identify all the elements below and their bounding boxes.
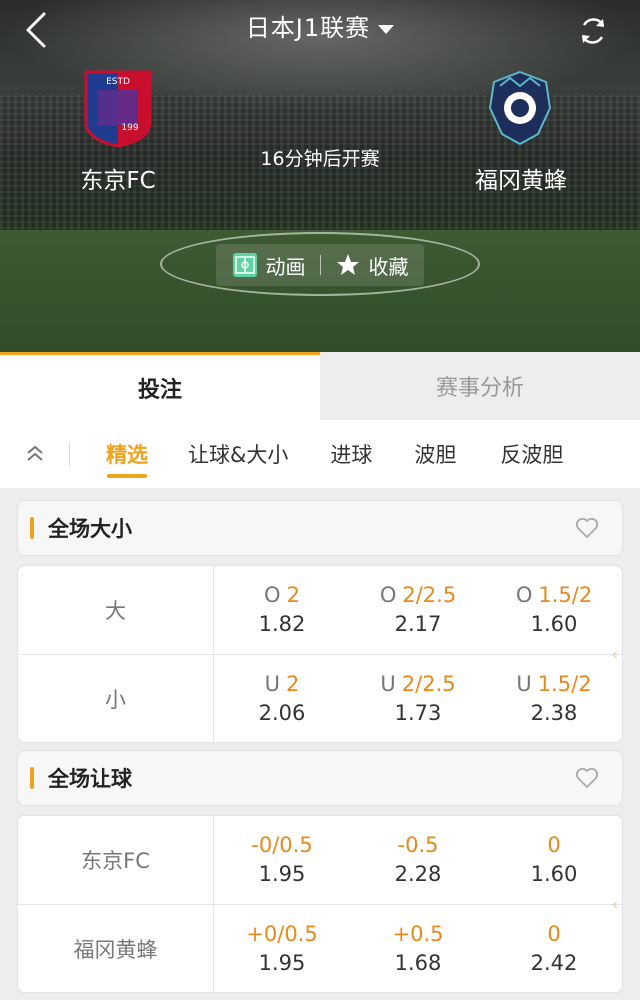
home-team-logo: ESTD 199: [84, 70, 152, 148]
tab-anti-correct-score[interactable]: 反波胆: [500, 420, 563, 488]
odd-cell[interactable]: U 1.5/2 2.38: [486, 655, 622, 742]
section-title: 全场让球: [48, 767, 132, 791]
caret-down-icon: [378, 24, 395, 34]
active-tab-indicator: [107, 474, 147, 478]
heart-icon[interactable]: [574, 765, 600, 791]
odd-line: -0.5: [397, 833, 439, 857]
odd-cell[interactable]: -0/0.5 1.95: [214, 816, 350, 904]
odd-cell[interactable]: U2 2.06: [214, 655, 350, 742]
favorite-button[interactable]: 收藏: [335, 251, 409, 280]
tab-betting[interactable]: 投注: [0, 352, 320, 420]
match-header: 日本J1联赛 ESTD 199 东京FC 福冈黄蜂 16分钟后开赛 动画 收藏: [0, 0, 640, 352]
market-tabs: 精选 让球&大小 进球 波胆 反波胆: [0, 420, 640, 488]
svg-text:199: 199: [121, 123, 138, 133]
divider: [319, 255, 321, 275]
odd-price: 2.17: [394, 612, 442, 636]
odd-cell[interactable]: +0.5 1.68: [350, 905, 486, 992]
odd-line: 2: [286, 583, 300, 607]
league-selector[interactable]: 日本J1联赛: [0, 10, 640, 46]
odd-price: 2.42: [530, 950, 578, 975]
odd-price: 1.68: [394, 950, 442, 975]
odd-cell[interactable]: O 2/2.5 2.17: [350, 566, 486, 654]
svg-text:ESTD: ESTD: [106, 77, 130, 87]
row-label: 小: [18, 655, 214, 742]
odd-price: 1.95: [258, 862, 306, 886]
odd-price: 2.06: [258, 700, 306, 725]
odd-line: 2: [286, 671, 300, 696]
odd-line: +0.5: [392, 921, 444, 946]
table-row: 东京FC -0/0.5 1.95 -0.5 2.28 0 1.60: [18, 816, 622, 904]
tab-correct-score[interactable]: 波胆: [414, 420, 456, 488]
odds-table-totals: 大 O2 1.82 O 2/2.5 2.17 O 1.5/2 1.60 小 U2 2…: [17, 565, 623, 743]
heart-icon[interactable]: [574, 515, 600, 541]
odd-price: 1.60: [530, 612, 578, 636]
odd-price: 1.73: [394, 700, 442, 725]
action-bar: 动画 收藏: [216, 244, 424, 286]
odd-cell[interactable]: 0 2.42: [486, 905, 622, 992]
odd-price: 2.28: [394, 862, 442, 886]
odd-line: 2/2.5: [401, 671, 456, 696]
odds-table-handicap: 东京FC -0/0.5 1.95 -0.5 2.28 0 1.60 福冈黄蜂 +…: [17, 815, 623, 993]
table-row: 大 O2 1.82 O 2/2.5 2.17 O 1.5/2 1.60: [18, 566, 622, 654]
odd-prefix: U: [264, 671, 280, 696]
odd-price: 1.60: [530, 862, 578, 886]
tab-handicap-totals[interactable]: 让球&大小: [188, 420, 288, 488]
section-accent-bar: [30, 517, 34, 539]
tab-featured[interactable]: 精选: [106, 420, 148, 488]
row-label: 东京FC: [18, 816, 214, 904]
star-icon: [336, 254, 359, 275]
favorite-label: 收藏: [368, 254, 409, 279]
odd-cell[interactable]: -0.5 2.28: [350, 816, 486, 904]
league-title: 日本J1联赛: [245, 14, 371, 42]
odd-line: 1.5/2: [537, 671, 592, 696]
scroll-hint-icon: ‹: [611, 644, 618, 664]
tab-featured-label: 精选: [106, 443, 148, 467]
odd-price: 1.82: [258, 612, 306, 636]
row-label: 福冈黄蜂: [18, 905, 214, 992]
odd-cell[interactable]: +0/0.5 1.95: [214, 905, 350, 992]
tab-match-analysis[interactable]: 赛事分析: [320, 352, 640, 420]
odd-line: +0/0.5: [246, 921, 318, 946]
kickoff-status: 16分钟后开赛: [260, 148, 380, 170]
animation-button[interactable]: 动画: [232, 251, 306, 280]
tab-goals[interactable]: 进球: [330, 420, 372, 488]
section-header-handicap[interactable]: 全场让球: [17, 750, 623, 806]
odd-line: -0/0.5: [251, 833, 313, 857]
odd-cell[interactable]: O 1.5/2 1.60: [486, 566, 622, 654]
odd-price: 1.95: [258, 950, 306, 975]
odd-line: 2/2.5: [402, 583, 457, 607]
odd-line: 0: [547, 921, 561, 946]
odd-prefix: O: [515, 583, 533, 607]
refresh-icon[interactable]: [576, 14, 610, 48]
collapse-button[interactable]: [0, 420, 70, 488]
odd-cell[interactable]: O2 1.82: [214, 566, 350, 654]
scroll-hint-icon: ‹: [611, 894, 618, 914]
section-accent-bar: [30, 767, 34, 789]
odd-line: 1.5/2: [538, 583, 593, 607]
table-row: 小 U2 2.06 U 2/2.5 1.73 U 1.5/2 2.38: [18, 654, 622, 742]
section-header-totals[interactable]: 全场大小: [17, 500, 623, 556]
pitch-icon: [232, 253, 257, 277]
odd-prefix: U: [516, 671, 532, 696]
away-team-logo: [488, 70, 552, 146]
odd-line: 0: [547, 833, 561, 857]
odd-cell[interactable]: 0 1.60: [486, 816, 622, 904]
main-tabs: 投注 赛事分析: [0, 352, 640, 420]
odd-prefix: U: [380, 671, 396, 696]
double-chevron-up-icon: [27, 445, 43, 461]
animation-label: 动画: [265, 254, 306, 279]
odd-prefix: O: [264, 583, 281, 607]
odd-cell[interactable]: U 2/2.5 1.73: [350, 655, 486, 742]
odd-price: 2.38: [530, 700, 578, 725]
odd-prefix: O: [379, 583, 397, 607]
section-title: 全场大小: [48, 517, 132, 541]
row-label: 大: [18, 566, 214, 654]
table-row: 福冈黄蜂 +0/0.5 1.95 +0.5 1.68 0 2.42: [18, 904, 622, 992]
